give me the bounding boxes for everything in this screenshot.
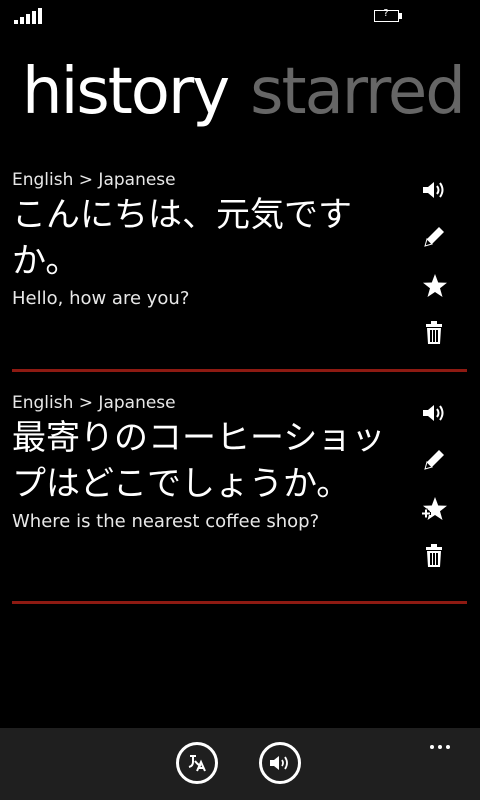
tab-starred[interactable]: starred — [250, 55, 466, 129]
pivot-header: history starred — [22, 55, 480, 129]
trash-icon[interactable] — [421, 543, 451, 573]
more-icon[interactable] — [430, 734, 460, 750]
pencil-icon[interactable] — [421, 224, 451, 254]
camera-translate-button[interactable] — [176, 742, 218, 784]
speaker-icon[interactable] — [421, 178, 451, 208]
tab-history[interactable]: history — [22, 55, 230, 129]
speaker-icon[interactable] — [421, 401, 451, 431]
signal-icon — [14, 8, 44, 24]
source-text: Hello, how are you? — [12, 288, 190, 309]
star-add-icon[interactable] — [421, 495, 451, 525]
speaker-icon — [270, 756, 288, 770]
app-bar — [0, 728, 480, 800]
translation-text: こんにちは、元気ですか。 — [12, 195, 352, 281]
language-pair: English > Japanese — [12, 170, 176, 190]
entry-divider — [12, 601, 467, 604]
trash-icon[interactable] — [421, 320, 451, 350]
translation-text: 最寄りのコーヒーショップはどこでしょうか。 — [12, 418, 386, 504]
history-entry[interactable]: English > Japanese 最寄りのコーヒーショップはどこでしょうか。… — [12, 393, 467, 532]
voice-translate-button[interactable] — [259, 742, 301, 784]
history-entry[interactable]: English > Japanese こんにちは、元気ですか。 Hello, h… — [12, 170, 467, 309]
language-pair: English > Japanese — [12, 393, 176, 413]
battery-status-text: ? — [383, 8, 389, 19]
source-text: Where is the nearest coffee shop? — [12, 511, 320, 532]
status-bar: ? — [0, 0, 480, 32]
pencil-icon[interactable] — [421, 447, 451, 477]
translate-icon — [188, 755, 206, 772]
battery-icon: ? — [374, 8, 402, 22]
star-icon[interactable] — [421, 272, 451, 302]
entry-divider — [12, 369, 467, 372]
